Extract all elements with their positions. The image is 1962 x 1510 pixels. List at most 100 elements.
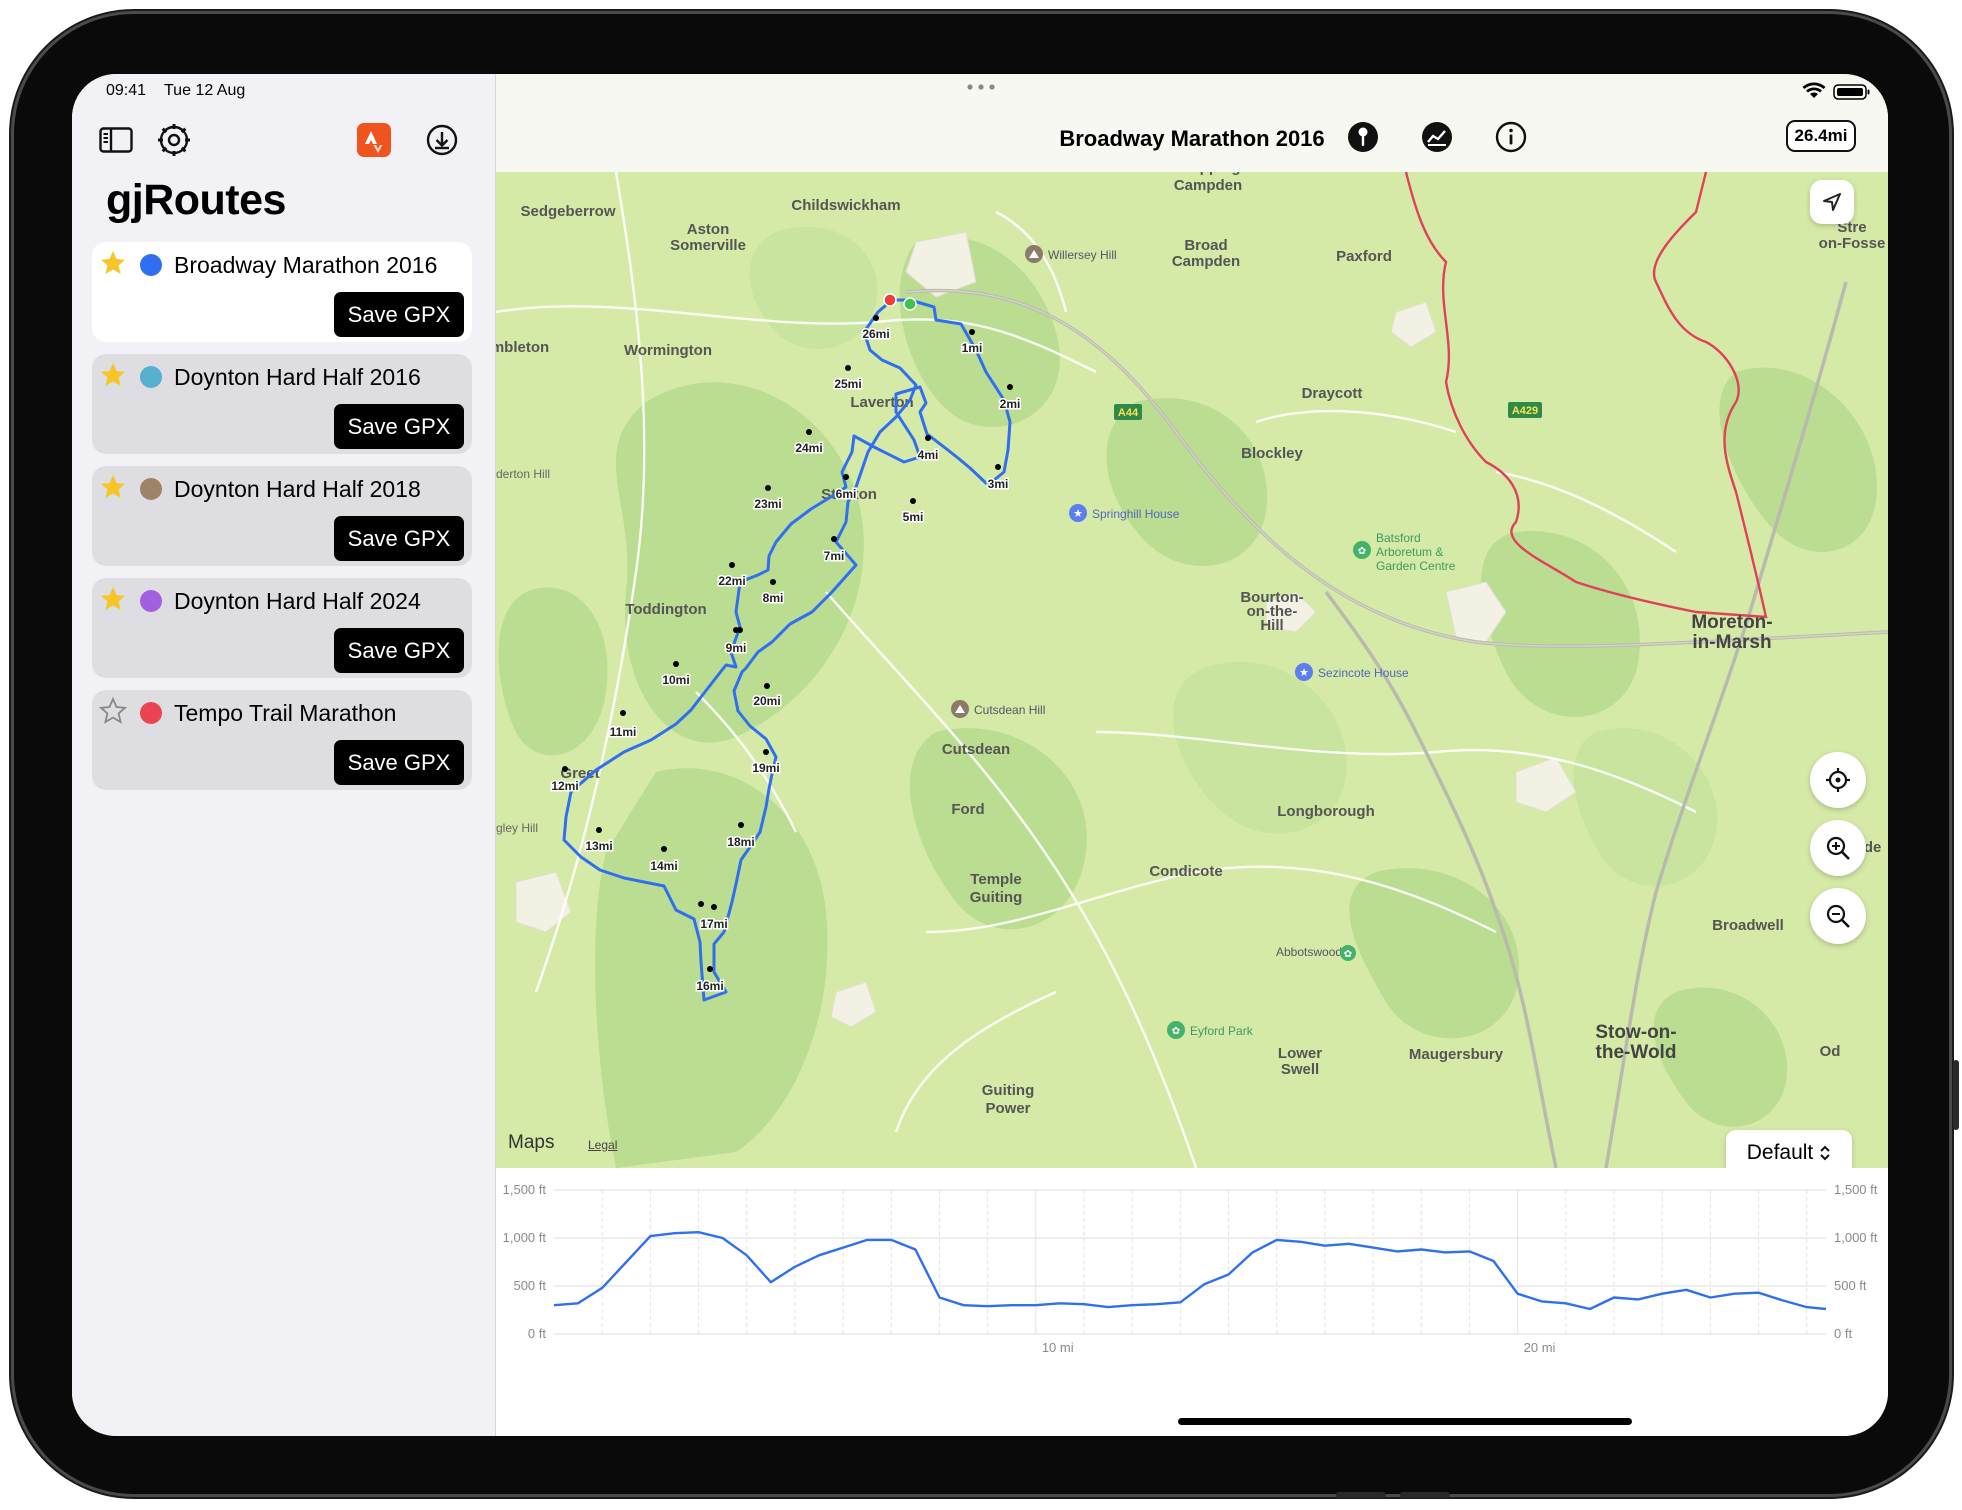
save-gpx-button[interactable]: Save GPX xyxy=(334,740,464,785)
svg-text:✿: ✿ xyxy=(1344,949,1352,960)
mile-marker: 12mi xyxy=(551,779,578,793)
favorite-star-icon[interactable] xyxy=(98,584,128,614)
elevation-chart-canvas: 1,500 ft 1,500 ft 1,000 ft 1,000 ft 500 ft 50… xyxy=(503,1182,1878,1355)
place-label: Guiting xyxy=(982,1082,1035,1099)
strava-icon[interactable] xyxy=(354,120,394,160)
mile-marker: 4mi xyxy=(918,448,939,462)
y-tick-label-right: 1,500 ft xyxy=(1834,1182,1878,1197)
y-tick-label-left: 1,500 ft xyxy=(503,1182,547,1197)
map-style-picker[interactable]: Default xyxy=(1726,1130,1852,1168)
place-label: Draycott xyxy=(1302,385,1363,402)
mile-marker: 18mi xyxy=(727,835,754,849)
place-label: mbleton xyxy=(496,339,549,356)
recenter-crosshair-icon[interactable] xyxy=(1810,752,1866,808)
pin-icon[interactable] xyxy=(1346,120,1380,154)
svg-text:✿: ✿ xyxy=(1358,546,1366,557)
place-label: Somerville xyxy=(670,237,746,254)
route-card[interactable]: Doynton Hard Half 2018 Save GPX xyxy=(92,466,472,566)
route-card[interactable]: Tempo Trail Marathon Save GPX xyxy=(92,690,472,790)
svg-text:✿: ✿ xyxy=(1172,1026,1180,1037)
place-label: gley Hill xyxy=(496,821,538,835)
place-label: Condicote xyxy=(1149,863,1222,880)
download-icon[interactable] xyxy=(422,120,462,160)
map-style-label: Default xyxy=(1746,1141,1814,1164)
place-label: Swell xyxy=(1281,1061,1319,1078)
y-tick-label-right: 500 ft xyxy=(1834,1278,1867,1293)
poi-label: Sezincote House xyxy=(1318,666,1409,680)
mile-marker: 10mi xyxy=(662,673,689,687)
map-view[interactable]: A44 A429 Chipping Campden Sedgeberrow Ch… xyxy=(496,172,1888,1168)
poi-label: Cutsdean Hill xyxy=(974,703,1045,717)
route-end-marker xyxy=(883,293,897,307)
poi-label: Springhill House xyxy=(1092,507,1180,521)
save-gpx-button[interactable]: Save GPX xyxy=(334,516,464,561)
place-label: Broad xyxy=(1184,237,1227,254)
poi-label: Arboretum & xyxy=(1376,545,1443,559)
route-color-dot xyxy=(140,478,162,500)
chevron-updown-icon xyxy=(1820,1145,1830,1161)
save-gpx-button[interactable]: Save GPX xyxy=(334,404,464,449)
route-start-marker xyxy=(903,297,917,311)
legal-link[interactable]: Legal xyxy=(588,1138,617,1152)
place-label: derton Hill xyxy=(496,467,550,481)
location-arrow-icon[interactable] xyxy=(1810,180,1854,224)
save-gpx-button[interactable]: Save GPX xyxy=(334,292,464,337)
mile-marker: 17mi xyxy=(700,917,727,931)
svg-text:A429: A429 xyxy=(1512,405,1538,417)
mile-marker: 8mi xyxy=(763,591,784,605)
y-tick-label-left: 0 ft xyxy=(528,1326,546,1341)
mile-marker: 20mi xyxy=(753,694,780,708)
route-card[interactable]: Doynton Hard Half 2016 Save GPX xyxy=(92,354,472,454)
save-gpx-button[interactable]: Save GPX xyxy=(334,628,464,673)
info-icon[interactable] xyxy=(1494,120,1528,154)
multitasking-dots-icon[interactable] xyxy=(966,84,996,90)
chart-icon[interactable] xyxy=(1420,120,1454,154)
map-canvas[interactable]: A44 A429 Chipping Campden Sedgeberrow Ch… xyxy=(496,172,1888,1168)
favorite-star-icon[interactable] xyxy=(98,248,128,278)
home-indicator[interactable] xyxy=(1178,1418,1632,1425)
maps-attribution: Maps xyxy=(508,1132,555,1153)
y-tick-label-left: 1,000 ft xyxy=(503,1230,547,1245)
mile-marker: 23mi xyxy=(754,497,781,511)
distance-badge[interactable]: 26.4mi xyxy=(1786,120,1856,152)
mile-marker: 2mi xyxy=(1000,397,1021,411)
app-title: gjRoutes xyxy=(106,176,286,224)
poi-label: Abbotswood xyxy=(1276,945,1342,959)
place-label: Childswickham xyxy=(791,197,900,214)
place-label: Temple xyxy=(970,871,1021,888)
place-label: Moreton- xyxy=(1691,612,1772,633)
road-shield-a429: A429 xyxy=(1508,402,1542,418)
place-label: Aston xyxy=(687,221,730,238)
svg-text:★: ★ xyxy=(1299,667,1309,679)
volume-button xyxy=(1953,1060,1959,1130)
mile-marker: 9mi xyxy=(726,641,747,655)
zoom-in-icon[interactable] xyxy=(1810,820,1866,876)
gear-icon[interactable] xyxy=(154,120,194,160)
y-tick-label-right: 1,000 ft xyxy=(1834,1230,1878,1245)
detail-pane: Broadway Marathon 2016 26.4mi A44 A429 C… xyxy=(496,74,1888,1436)
favorite-star-icon[interactable] xyxy=(98,472,128,502)
place-label: Longborough xyxy=(1277,803,1374,820)
status-icons xyxy=(1802,82,1870,100)
top-button xyxy=(1400,1492,1450,1498)
route-name: Doynton Hard Half 2016 xyxy=(174,364,421,390)
poi-label: Eyford Park xyxy=(1190,1024,1254,1038)
place-label: Paxford xyxy=(1336,248,1392,265)
mile-marker: 1mi xyxy=(962,341,983,355)
route-name: Doynton Hard Half 2024 xyxy=(174,588,421,614)
y-tick-label-left: 500 ft xyxy=(513,1278,546,1293)
place-label: Power xyxy=(985,1100,1030,1117)
route-card[interactable]: Doynton Hard Half 2024 Save GPX xyxy=(92,578,472,678)
zoom-out-icon[interactable] xyxy=(1810,888,1866,944)
route-name: Tempo Trail Marathon xyxy=(174,700,397,726)
favorite-star-icon[interactable] xyxy=(98,360,128,390)
favorite-star-outline-icon[interactable] xyxy=(98,696,128,726)
x-tick-label: 10 mi xyxy=(1042,1340,1074,1355)
place-label: Hill xyxy=(1260,617,1283,634)
route-card[interactable]: Broadway Marathon 2016 Save GPX xyxy=(92,242,472,342)
sidebar-toggle-icon[interactable] xyxy=(96,120,136,160)
mile-marker: 13mi xyxy=(585,839,612,853)
place-label: Ford xyxy=(951,801,984,818)
status-time: 09:41 xyxy=(106,82,147,99)
apple-maps-logo: Maps xyxy=(508,1132,554,1154)
